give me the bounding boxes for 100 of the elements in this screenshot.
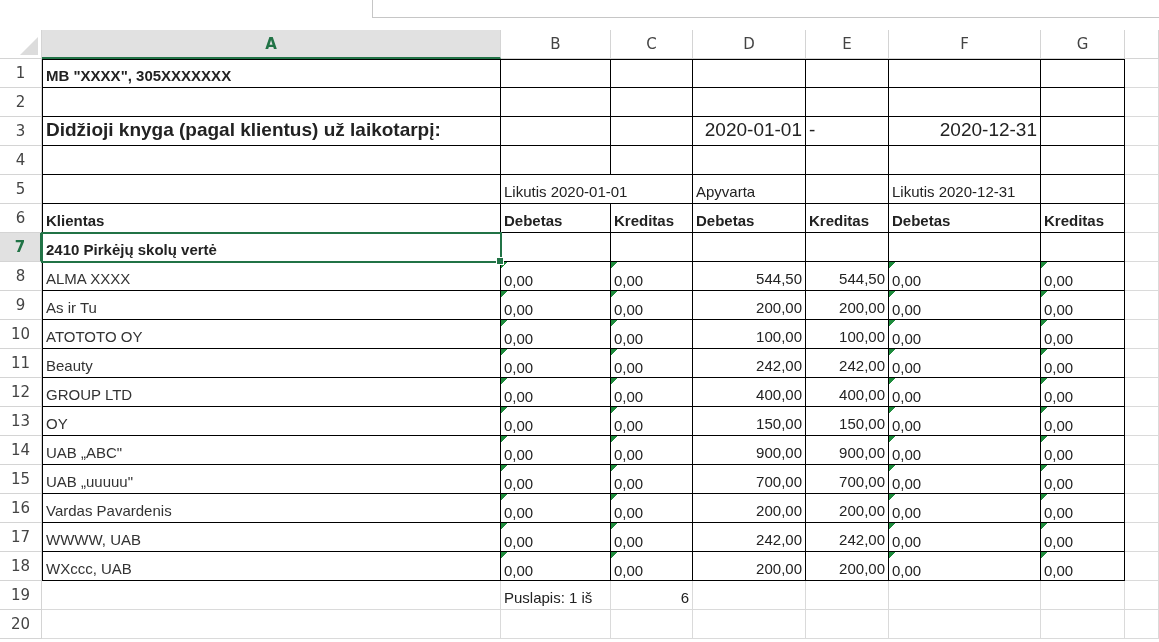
table-cell: 200,00 <box>806 494 889 523</box>
table-cell: 200,00 <box>693 291 806 320</box>
row-header[interactable]: 1 <box>0 59 42 88</box>
table-cell: 0,00 <box>501 436 611 465</box>
table-cell: 544,50 <box>806 262 889 291</box>
table-cell: UAB „uuuuu" <box>42 465 501 494</box>
column-header[interactable]: G <box>1041 30 1125 59</box>
table-cell: WWWW, UAB <box>42 523 501 552</box>
column-header[interactable]: E <box>806 30 889 59</box>
table-cell: 0,00 <box>889 349 1041 378</box>
table-cell: 2020-12-31 <box>889 117 1041 146</box>
row-header[interactable]: 4 <box>0 146 42 175</box>
row-header[interactable]: 11 <box>0 349 42 378</box>
column-header[interactable]: A <box>42 30 501 59</box>
row-header[interactable]: 9 <box>0 291 42 320</box>
table-cell: 0,00 <box>611 407 693 436</box>
table-cell: 0,00 <box>501 494 611 523</box>
table-cell: 0,00 <box>1041 349 1125 378</box>
row-header[interactable]: 6 <box>0 204 42 233</box>
column-header[interactable]: F <box>889 30 1041 59</box>
table-cell: 2020-01-01 <box>693 117 806 146</box>
table-cell: As ir Tu <box>42 291 501 320</box>
row-header[interactable]: 8 <box>0 262 42 291</box>
table-cell: 0,00 <box>1041 407 1125 436</box>
table-cell: 0,00 <box>501 523 611 552</box>
row-header[interactable]: 14 <box>0 436 42 465</box>
table-cell: 0,00 <box>1041 262 1125 291</box>
row-header[interactable]: 3 <box>0 117 42 146</box>
table-cell: WXccc, UAB <box>42 552 501 581</box>
table-cell: 0,00 <box>501 465 611 494</box>
table-cell: 242,00 <box>806 523 889 552</box>
table-cell: 150,00 <box>693 407 806 436</box>
table-cell: 400,00 <box>693 378 806 407</box>
table-cell: 900,00 <box>693 436 806 465</box>
table-cell: MB "XXXX", 305XXXXXXX <box>42 59 501 88</box>
table-cell: 150,00 <box>806 407 889 436</box>
row-header[interactable]: 5 <box>0 175 42 204</box>
row-header[interactable]: 16 <box>0 494 42 523</box>
row-header[interactable]: 13 <box>0 407 42 436</box>
table-cell: 0,00 <box>889 378 1041 407</box>
table-cell: UAB „ABC" <box>42 436 501 465</box>
row-header[interactable]: 10 <box>0 320 42 349</box>
table-cell: Debetas <box>501 204 611 233</box>
column-header[interactable]: C <box>611 30 693 59</box>
table-cell: 242,00 <box>693 349 806 378</box>
table-cell: 900,00 <box>806 436 889 465</box>
table-cell: 0,00 <box>1041 291 1125 320</box>
table-cell: 0,00 <box>889 291 1041 320</box>
row-header[interactable]: 19 <box>0 581 42 610</box>
table-cell: 0,00 <box>501 378 611 407</box>
table-cell: 0,00 <box>889 552 1041 581</box>
row-header[interactable]: 15 <box>0 465 42 494</box>
column-header[interactable]: D <box>693 30 806 59</box>
table-cell: 0,00 <box>611 494 693 523</box>
row-header[interactable]: 2 <box>0 88 42 117</box>
table-cell: 700,00 <box>693 465 806 494</box>
table-cell: 0,00 <box>1041 436 1125 465</box>
table-cell: 0,00 <box>501 349 611 378</box>
table-cell: 0,00 <box>611 552 693 581</box>
table-cell: Likutis 2020-12-31 <box>889 175 1041 204</box>
row-header[interactable]: 17 <box>0 523 42 552</box>
table-cell: 0,00 <box>889 465 1041 494</box>
table-cell: 544,50 <box>693 262 806 291</box>
table-cell: 0,00 <box>1041 378 1125 407</box>
table-cell: Didžioji knyga (pagal klientus) už laikotarpį: <box>42 117 501 146</box>
table-cell: 0,00 <box>1041 320 1125 349</box>
table-cell: 0,00 <box>501 407 611 436</box>
table-cell: 0,00 <box>501 552 611 581</box>
table-cell: 0,00 <box>611 349 693 378</box>
table-cell: - <box>806 117 889 146</box>
table-cell: 100,00 <box>693 320 806 349</box>
table-cell: 0,00 <box>889 407 1041 436</box>
row-header[interactable]: 7 <box>0 233 42 262</box>
table-cell: Debetas <box>889 204 1041 233</box>
table-cell: Vardas Pavardenis <box>42 494 501 523</box>
table-cell: 200,00 <box>693 552 806 581</box>
table-cell: Kreditas <box>1041 204 1125 233</box>
table-cell: Puslapis: 1 iš <box>501 581 611 610</box>
table-cell: GROUP LTD <box>42 378 501 407</box>
table-cell: 400,00 <box>806 378 889 407</box>
table-cell: 200,00 <box>693 494 806 523</box>
table-cell: 0,00 <box>611 262 693 291</box>
table-cell: 0,00 <box>611 378 693 407</box>
row-header[interactable]: 20 <box>0 610 42 639</box>
table-cell: Kreditas <box>806 204 889 233</box>
table-cell: 200,00 <box>806 291 889 320</box>
table-cell: Apyvarta <box>693 175 806 204</box>
column-header[interactable]: B <box>501 30 611 59</box>
table-cell: 0,00 <box>889 436 1041 465</box>
table-cell: ATOTOTO OY <box>42 320 501 349</box>
table-cell: Kreditas <box>611 204 693 233</box>
table-cell: 200,00 <box>806 552 889 581</box>
table-cell: 0,00 <box>501 320 611 349</box>
table-cell: 0,00 <box>889 523 1041 552</box>
table-cell: 100,00 <box>806 320 889 349</box>
row-header[interactable]: 12 <box>0 378 42 407</box>
table-cell: 0,00 <box>889 494 1041 523</box>
table-cell: 0,00 <box>1041 465 1125 494</box>
table-cell: ALMA XXXX <box>42 262 501 291</box>
row-header[interactable]: 18 <box>0 552 42 581</box>
